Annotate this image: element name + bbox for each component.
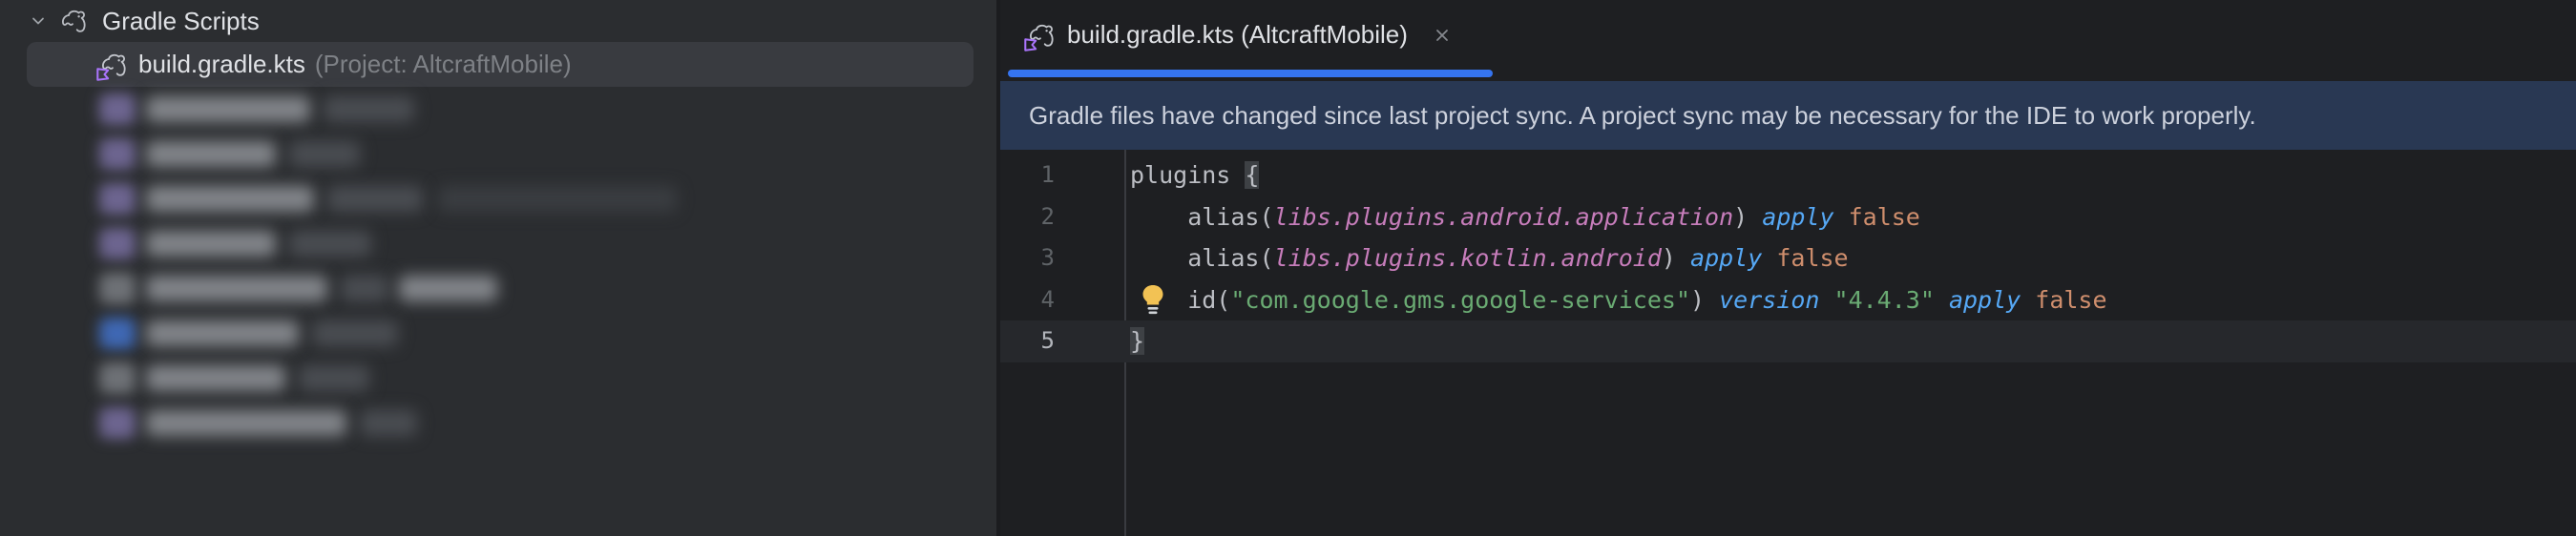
code-token: [1819, 286, 1833, 314]
code-token: }: [1130, 327, 1144, 355]
file-icon-blurred: [99, 273, 136, 304]
code-editor[interactable]: 1plugins {2 alias(libs.plugins.android.a…: [1000, 150, 2576, 536]
code-line-text[interactable]: alias(libs.plugins.kotlin.android) apply…: [1124, 237, 1849, 279]
code-token: "com.google.gms.google-services": [1230, 286, 1690, 314]
file-icon-blurred: [99, 228, 136, 259]
code-line-text[interactable]: }: [1124, 320, 1144, 362]
code-token: libs.plugins.kotlin.android: [1274, 244, 1662, 272]
tree-node-build-gradle-kts[interactable]: build.gradle.kts (Project: AltcraftMobil…: [0, 42, 996, 87]
code-token: [1834, 203, 1849, 231]
gutter-line-number[interactable]: 2: [1000, 196, 1124, 238]
tree-item-blurred[interactable]: [0, 311, 996, 356]
file-icon-blurred: [99, 93, 136, 125]
code-line[interactable]: 5}: [1000, 320, 2576, 362]
blurred-text-pill: [399, 276, 497, 301]
gutter-line-number[interactable]: 3: [1000, 237, 1124, 279]
blurred-text-pill: [146, 365, 285, 391]
code-token: alias(: [1130, 203, 1274, 231]
code-token: false: [2035, 286, 2106, 314]
code-line-text[interactable]: plugins {: [1124, 155, 1259, 196]
file-icon-blurred: [99, 183, 136, 215]
code-line-text[interactable]: alias(libs.plugins.android.application) …: [1124, 196, 1920, 238]
code-token: ): [1662, 244, 1690, 272]
gradle-kts-icon: [99, 52, 130, 78]
blurred-text-pill: [146, 276, 327, 301]
code-line-text[interactable]: id("com.google.gms.google-services") ver…: [1124, 279, 2107, 321]
blurred-text-pill: [324, 96, 414, 122]
blurred-text-pill: [327, 186, 423, 212]
blurred-tree-items: [0, 87, 996, 445]
file-icon-blurred: [99, 318, 136, 349]
code-token: apply: [1949, 286, 2021, 314]
blurred-text-pill: [146, 141, 276, 167]
blurred-text-pill: [299, 365, 369, 391]
tree-node-filename: build.gradle.kts: [138, 50, 305, 79]
banner-message: Gradle files have changed since last pro…: [1029, 101, 2256, 131]
tab-build-gradle-kts[interactable]: build.gradle.kts (AltcraftMobile): [1008, 0, 1471, 70]
active-tab-underline: [1008, 70, 1493, 77]
blurred-text-pill: [146, 320, 299, 346]
code-token: apply: [1762, 203, 1833, 231]
tree-item-blurred[interactable]: [0, 176, 996, 221]
tree-item-blurred[interactable]: [0, 401, 996, 445]
file-icon-blurred: [99, 407, 136, 439]
code-line[interactable]: 2 alias(libs.plugins.android.application…: [1000, 196, 2576, 238]
code-line[interactable]: 1plugins {: [1000, 155, 2576, 196]
gutter-line-number[interactable]: 5: [1000, 320, 1124, 362]
tree-item-blurred[interactable]: [0, 132, 996, 176]
code-token: alias(: [1130, 244, 1274, 272]
tree-node-label: Gradle Scripts: [102, 7, 260, 36]
code-token: [2021, 286, 2035, 314]
gradle-sync-banner: Gradle files have changed since last pro…: [1000, 81, 2576, 150]
code-line[interactable]: 4 id("com.google.gms.google-services") v…: [1000, 279, 2576, 321]
tree-item-blurred[interactable]: [0, 87, 996, 132]
tab-title: build.gradle.kts (AltcraftMobile): [1067, 20, 1408, 50]
blurred-text-pill: [289, 141, 360, 167]
code-token: [1762, 244, 1776, 272]
kotlin-script-badge: [95, 67, 111, 82]
blurred-text-pill: [360, 410, 417, 436]
tree-node-gradle-scripts[interactable]: Gradle Scripts: [0, 0, 996, 42]
blurred-text-pill: [146, 231, 276, 257]
project-tree-panel: Gradle Scripts build.gradle.kts (Project…: [0, 0, 996, 536]
tree-selection-highlight[interactable]: build.gradle.kts (Project: AltcraftMobil…: [27, 42, 974, 87]
code-token: {: [1245, 161, 1259, 189]
kotlin-script-badge: [1023, 37, 1038, 52]
code-token: plugins: [1130, 161, 1245, 189]
lightbulb-icon[interactable]: [1140, 284, 1166, 317]
code-token: apply: [1690, 244, 1762, 272]
code-token: "4.4.3": [1834, 286, 1935, 314]
code-token: ): [1733, 203, 1762, 231]
code-token: [1935, 286, 1949, 314]
blurred-text-pill: [312, 320, 398, 346]
gutter-line-number[interactable]: 1: [1000, 155, 1124, 196]
blurred-text-pill: [146, 410, 346, 436]
editor-tab-bar: build.gradle.kts (AltcraftMobile): [1000, 0, 2576, 81]
gradle-elephant-icon: [59, 8, 90, 34]
tree-item-blurred[interactable]: [0, 221, 996, 266]
blurred-text-pill: [438, 186, 677, 212]
blurred-text-pill: [289, 231, 371, 257]
blurred-text-pill: [146, 96, 310, 122]
code-token: libs.plugins.android.application: [1274, 203, 1734, 231]
editor-panel: build.gradle.kts (AltcraftMobile) Gradle…: [996, 0, 2576, 536]
tree-item-blurred[interactable]: [0, 356, 996, 401]
code-token: ): [1690, 286, 1719, 314]
blurred-text-pill: [341, 276, 388, 301]
code-token: false: [1776, 244, 1848, 272]
code-token: false: [1849, 203, 1920, 231]
chevron-down-icon[interactable]: [30, 12, 47, 30]
code-token: version: [1719, 286, 1819, 314]
file-icon-blurred: [99, 362, 136, 394]
code-line[interactable]: 3 alias(libs.plugins.kotlin.android) app…: [1000, 237, 2576, 279]
gradle-kts-icon: [1027, 22, 1058, 49]
file-icon-blurred: [99, 138, 136, 170]
tree-item-blurred[interactable]: [0, 266, 996, 311]
blurred-text-pill: [146, 186, 314, 212]
gutter-line-number[interactable]: 4: [1000, 279, 1124, 321]
close-icon[interactable]: [1433, 26, 1452, 45]
tree-node-project-suffix: (Project: AltcraftMobile): [315, 50, 572, 79]
code-lines: 1plugins {2 alias(libs.plugins.android.a…: [1000, 155, 2576, 362]
